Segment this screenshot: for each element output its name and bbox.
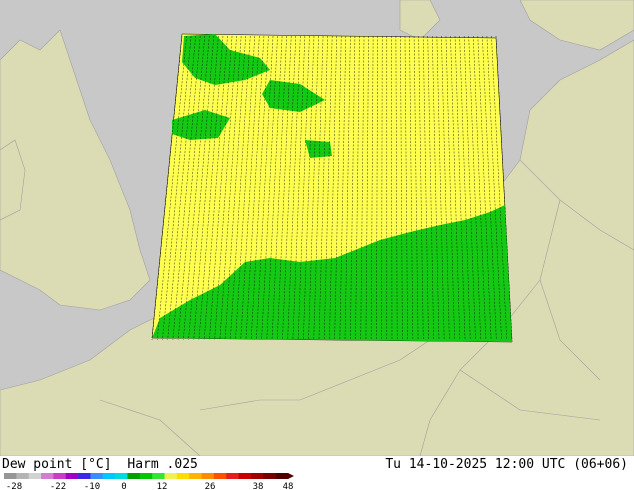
legend-swatch <box>41 473 54 479</box>
legend-swatch <box>238 473 252 479</box>
legend-swatch <box>127 473 141 479</box>
dew-point-field <box>151 33 513 343</box>
valid-time: Tu 14-10-2025 12:00 UTC (06+06) <box>385 457 628 472</box>
legend-swatch <box>250 473 264 479</box>
legend-swatch <box>226 473 239 479</box>
legend-swatch <box>275 473 289 479</box>
legend-swatch <box>164 473 178 479</box>
legend-swatch <box>176 473 190 479</box>
legend-swatch <box>201 473 215 479</box>
legend-arrow <box>288 473 294 479</box>
legend-tick-label: 48 <box>283 482 294 490</box>
legend-tick-label: -28 <box>6 482 22 490</box>
legend-tick-label: 12 <box>157 482 168 490</box>
legend-tick-label: 38 <box>253 482 264 490</box>
legend-tick-label: 26 <box>205 482 216 490</box>
legend-tick-label: -10 <box>84 482 100 490</box>
legend-swatch <box>65 473 79 479</box>
parameter-label: Dew point [°C] <box>2 457 112 472</box>
legend-tick-label: -22 <box>50 482 66 490</box>
legend-swatch <box>139 473 153 479</box>
dew-point-map[interactable] <box>0 0 634 456</box>
map-title: Dew point [°C] Harm .025 <box>2 457 206 472</box>
legend-swatch <box>189 473 202 479</box>
legend-swatch <box>115 473 128 479</box>
legend-swatch <box>213 473 227 479</box>
map-footer: Dew point [°C] Harm .025 Tu 14-10-2025 1… <box>0 456 634 490</box>
legend-swatch <box>16 473 29 479</box>
color-legend: -28 -22 -10 0 12 26 38 48 <box>4 473 294 490</box>
legend-swatch <box>28 473 42 479</box>
model-label: Harm .025 <box>127 457 198 472</box>
legend-swatch <box>263 473 276 479</box>
legend-swatch <box>53 473 67 479</box>
legend-swatch <box>78 473 91 479</box>
legend-swatch <box>90 473 104 479</box>
legend-tick-label: 0 <box>121 482 126 490</box>
legend-swatch <box>152 473 165 479</box>
legend-swatch <box>4 473 17 479</box>
legend-swatch <box>102 473 116 479</box>
